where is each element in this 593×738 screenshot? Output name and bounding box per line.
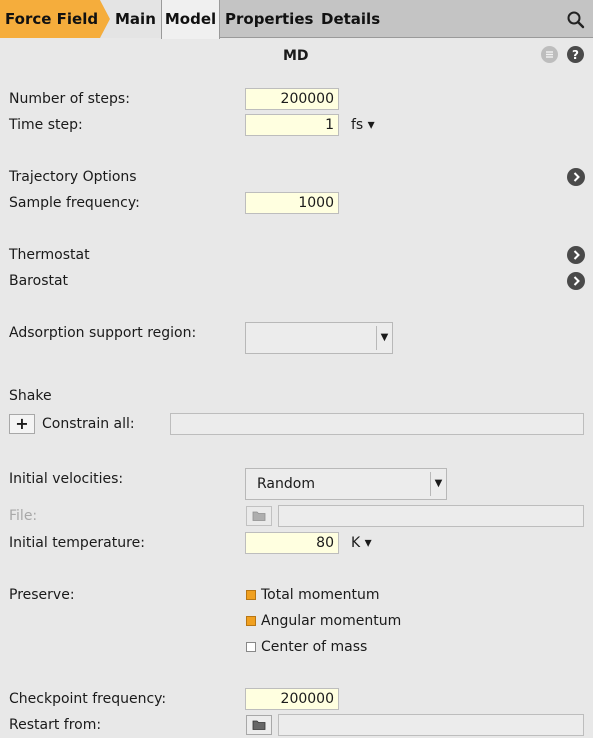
chevron-right-icon[interactable]: [567, 168, 585, 186]
checkpoint-frequency-label: Checkpoint frequency:: [9, 691, 167, 707]
page-title: MD: [283, 48, 309, 64]
restart-from-label: Restart from:: [9, 717, 102, 733]
file-path-input[interactable]: [278, 505, 584, 527]
chevron-down-icon[interactable]: ▼: [430, 472, 446, 496]
adsorption-region-select[interactable]: ▼: [245, 322, 393, 354]
angular-momentum-label: Angular momentum: [261, 613, 402, 629]
chevron-down-icon[interactable]: ▼: [376, 326, 392, 350]
svg-text:?: ?: [572, 48, 579, 62]
initial-temperature-input[interactable]: 80: [245, 532, 339, 554]
constrain-all-input[interactable]: [170, 413, 584, 435]
total-momentum-checkbox[interactable]: [246, 590, 256, 600]
chevron-right-icon[interactable]: [567, 272, 585, 290]
folder-icon[interactable]: [246, 506, 272, 526]
barostat-label: Barostat: [9, 273, 69, 289]
initial-velocities-value: Random: [257, 476, 315, 492]
num-steps-input[interactable]: 200000: [245, 88, 339, 110]
center-of-mass-checkbox[interactable]: [246, 642, 256, 652]
time-step-label: Time step:: [9, 117, 83, 133]
trajectory-options-label: Trajectory Options: [9, 169, 137, 185]
menu-icon[interactable]: [541, 46, 558, 63]
search-icon[interactable]: [566, 10, 586, 30]
checkpoint-frequency-input[interactable]: 200000: [245, 688, 339, 710]
tab-bar: Force Field Main Model Properties Detail…: [0, 0, 593, 39]
plus-icon[interactable]: +: [9, 414, 35, 434]
preserve-label: Preserve:: [9, 587, 75, 603]
file-label: File:: [9, 508, 38, 524]
constrain-all-label: Constrain all:: [42, 416, 135, 432]
folder-icon[interactable]: [246, 715, 272, 735]
initial-velocities-select[interactable]: Random ▼: [245, 468, 447, 500]
num-steps-label: Number of steps:: [9, 91, 130, 107]
sample-frequency-input[interactable]: 1000: [245, 192, 339, 214]
initial-velocities-label: Initial velocities:: [9, 471, 124, 487]
center-of-mass-label: Center of mass: [261, 639, 368, 655]
total-momentum-label: Total momentum: [261, 587, 380, 603]
adsorption-region-label: Adsorption support region:: [9, 325, 197, 341]
initial-temperature-label: Initial temperature:: [9, 535, 145, 551]
chevron-right-icon[interactable]: [567, 246, 585, 264]
time-step-unit-select[interactable]: fs ▾: [351, 116, 375, 134]
thermostat-label: Thermostat: [9, 247, 90, 263]
tab-force-field[interactable]: Force Field: [0, 0, 110, 38]
shake-label: Shake: [9, 388, 52, 404]
tab-properties[interactable]: Properties: [225, 0, 313, 38]
temperature-unit-select[interactable]: K ▾: [351, 534, 372, 552]
sample-frequency-label: Sample frequency:: [9, 195, 140, 211]
restart-path-input[interactable]: [278, 714, 584, 736]
tab-details[interactable]: Details: [321, 0, 380, 38]
help-icon[interactable]: ?: [567, 46, 584, 63]
time-step-input[interactable]: 1: [245, 114, 339, 136]
angular-momentum-checkbox[interactable]: [246, 616, 256, 626]
tab-model[interactable]: Model: [161, 0, 220, 39]
